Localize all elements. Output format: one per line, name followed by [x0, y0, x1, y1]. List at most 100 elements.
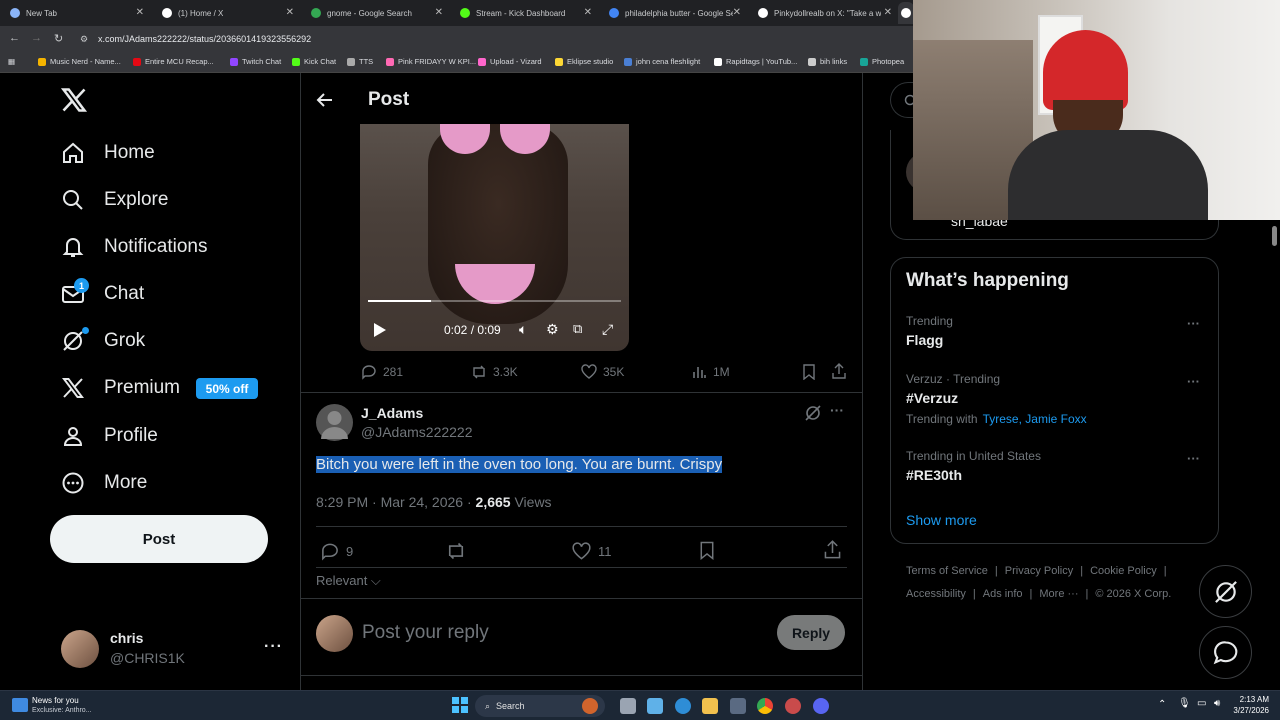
bookmark-item[interactable]: Eklipse studio	[555, 57, 613, 66]
trend-name[interactable]: #RE30th	[906, 467, 962, 483]
bookmark-icon[interactable]	[699, 541, 715, 565]
repost-count-parent[interactable]: 3.3K	[471, 364, 518, 380]
bookmark-item[interactable]: Music Nerd - Name...	[38, 57, 121, 66]
forward-icon[interactable]: →	[31, 32, 42, 44]
show-more-link[interactable]: Show more	[906, 512, 977, 528]
repost-icon[interactable]	[445, 541, 467, 566]
bookmark-item[interactable]: Kick Chat	[292, 57, 336, 66]
close-tab-icon[interactable]: ✕	[733, 7, 741, 18]
trend-menu-icon[interactable]: ···	[1187, 374, 1200, 389]
url-text[interactable]: x.com/JAdams222222/status/20366014193235…	[98, 34, 311, 44]
bookmark-icon[interactable]	[802, 364, 816, 385]
mic-icon[interactable]: 🎙︎	[1178, 698, 1191, 709]
clock-date[interactable]: 3/27/2026	[1228, 706, 1269, 715]
view-count-parent[interactable]: 1M	[691, 364, 730, 380]
bookmark-item[interactable]: Pink FRIDAYY W KPI...	[386, 57, 476, 66]
close-tab-icon[interactable]: ✕	[435, 7, 443, 18]
reply-button[interactable]: Reply	[777, 615, 845, 650]
trending-with-links[interactable]: Tyrese, Jamie Foxx	[983, 412, 1087, 426]
back-icon[interactable]: ←	[9, 32, 20, 44]
app-icon[interactable]	[785, 698, 801, 714]
pip-icon[interactable]: ⧉	[573, 321, 582, 337]
bookmark-item[interactable]: Upload - Vizard	[478, 57, 542, 66]
bookmark-item[interactable]: Photopea	[860, 57, 904, 66]
author-handle[interactable]: @JAdams222222	[361, 424, 473, 440]
bookmark-item[interactable]: Rapidtags | YouTub...	[714, 57, 797, 66]
avatar[interactable]	[61, 630, 99, 668]
tray-chevron-icon[interactable]: ⌃	[1158, 699, 1166, 710]
back-arrow-icon[interactable]	[315, 90, 335, 115]
trend-menu-icon[interactable]: ···	[1187, 451, 1200, 466]
settings-icon[interactable]: ⚙	[546, 321, 559, 338]
browser-tab[interactable]: New Tab ✕	[0, 2, 150, 24]
reply-count-parent[interactable]: 281	[361, 364, 403, 380]
browser-tab[interactable]: (1) Home / X ✕	[152, 2, 300, 24]
taskbar-widget-icon[interactable]	[582, 698, 598, 714]
sidebar-item-premium[interactable]: Premium	[60, 371, 180, 405]
trend-name[interactable]: Flagg	[906, 332, 943, 348]
news-subtitle[interactable]: Exclusive: Anthro...	[32, 707, 92, 714]
footer-link[interactable]: © 2026 X Corp.	[1095, 588, 1171, 600]
bookmark-item[interactable]: Entire MCU Recap...	[133, 57, 214, 66]
browser-tab[interactable]: philadelphia butter - Google Se ✕	[599, 2, 747, 24]
fullscreen-icon[interactable]: ⤢	[602, 321, 613, 338]
sidebar-item-grok[interactable]: Grok	[60, 324, 145, 358]
footer-link[interactable]: Privacy Policy	[1005, 565, 1073, 577]
sidebar-item-profile[interactable]: Profile	[60, 419, 158, 453]
chrome-icon[interactable]	[757, 698, 773, 714]
windows-start-icon[interactable]	[452, 697, 468, 713]
footer-link[interactable]: Accessibility	[906, 588, 966, 600]
active-tab[interactable]	[898, 2, 914, 24]
grok-fab[interactable]	[1199, 565, 1252, 618]
author-avatar[interactable]	[316, 404, 353, 441]
reply-input[interactable]: Post your reply	[362, 622, 489, 644]
trend-name[interactable]: #Verzuz	[906, 390, 958, 406]
chat-fab[interactable]	[1199, 626, 1252, 679]
sidebar-item-notifications[interactable]: Notifications	[60, 230, 208, 264]
volume-icon[interactable]: 🔈︎	[519, 321, 527, 338]
share-icon[interactable]	[823, 540, 842, 565]
discord-icon[interactable]	[813, 698, 829, 714]
bookmark-item[interactable]: bih links	[808, 57, 847, 66]
reply-action[interactable]: 9	[320, 542, 353, 561]
copilot-icon[interactable]	[647, 698, 663, 714]
author-name[interactable]: J_Adams	[361, 405, 423, 421]
account-menu-icon[interactable]: ···	[264, 638, 283, 656]
task-view-icon[interactable]	[620, 698, 636, 714]
sidebar-item-more[interactable]: More	[60, 466, 147, 500]
video-progress-track[interactable]	[368, 300, 621, 302]
play-icon[interactable]	[373, 322, 387, 343]
bookmark-item[interactable]: john cena fleshlight	[624, 57, 700, 66]
clock-time[interactable]: 2:13 AM	[1233, 695, 1269, 704]
sidebar-item-chat[interactable]: Chat	[60, 277, 144, 311]
news-icon[interactable]	[12, 698, 28, 712]
store-icon[interactable]	[730, 698, 746, 714]
edge-icon[interactable]	[675, 698, 691, 714]
like-action[interactable]: 11	[571, 542, 612, 561]
apps-icon[interactable]: ▦	[8, 57, 15, 66]
reload-icon[interactable]: ↻	[54, 32, 63, 45]
trend-menu-icon[interactable]: ···	[1187, 316, 1200, 331]
footer-link[interactable]: Terms of Service	[906, 565, 988, 577]
close-tab-icon[interactable]: ✕	[884, 7, 892, 18]
post-timestamp[interactable]: 8:29 PM · Mar 24, 2026 ·	[316, 494, 476, 510]
grok-icon[interactable]	[804, 404, 822, 427]
footer-link[interactable]: Cookie Policy	[1090, 565, 1157, 577]
close-tab-icon[interactable]: ✕	[136, 7, 144, 18]
close-tab-icon[interactable]: ✕	[286, 7, 294, 18]
share-icon[interactable]	[831, 363, 847, 385]
browser-tab[interactable]: Pinkydollrealb on X: "Take a w ✕	[748, 2, 898, 24]
footer-link[interactable]: Ads info	[983, 588, 1023, 600]
post-menu-icon[interactable]: ···	[830, 402, 844, 418]
browser-tab[interactable]: Stream - Kick Dashboard ✕	[450, 2, 598, 24]
bookmark-item[interactable]: Twitch Chat	[230, 57, 281, 66]
site-info-icon[interactable]: ⚙	[80, 34, 88, 45]
like-count-parent[interactable]: 35K	[581, 364, 624, 380]
browser-tab[interactable]: gnome - Google Search ✕	[301, 2, 449, 24]
speaker-icon[interactable]: 🔊︎	[1214, 698, 1220, 709]
sidebar-item-home[interactable]: Home	[60, 136, 155, 170]
footer-link[interactable]: More ···	[1039, 588, 1078, 600]
x-logo-icon[interactable]	[60, 86, 88, 119]
news-title[interactable]: News for you	[32, 696, 79, 705]
file-explorer-icon[interactable]	[702, 698, 718, 714]
